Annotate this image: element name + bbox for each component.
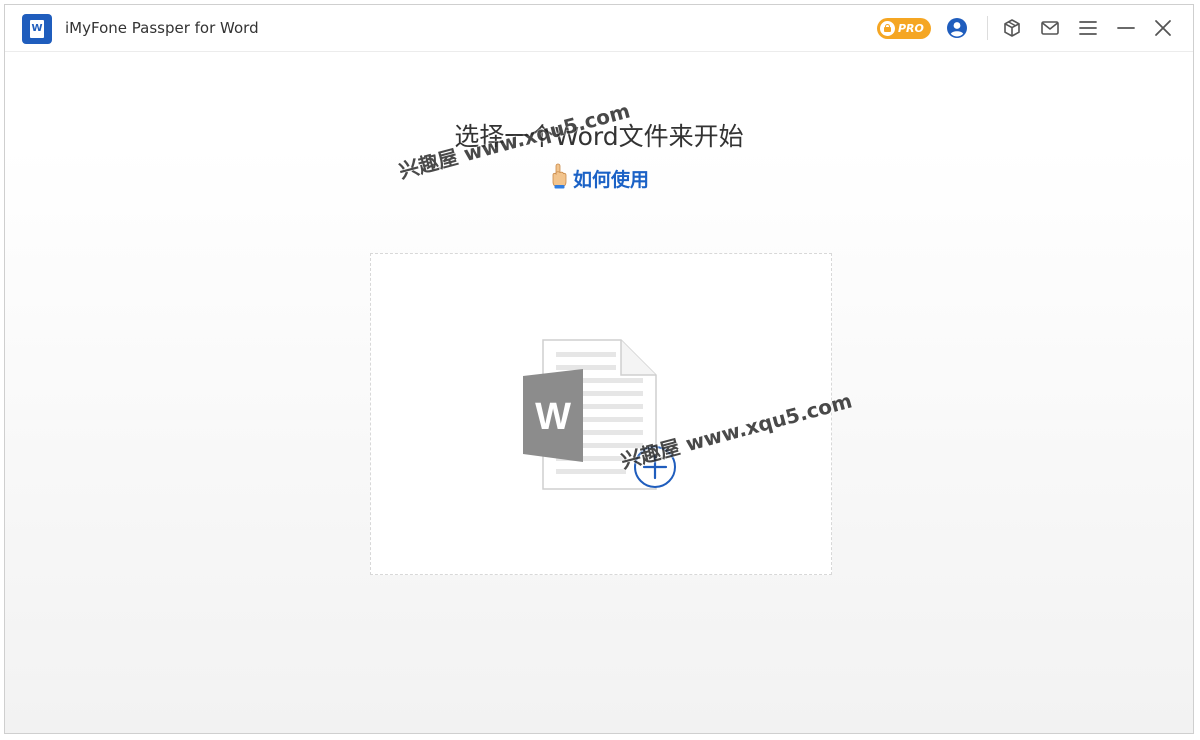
lock-icon bbox=[880, 21, 895, 36]
toolbar-divider bbox=[987, 16, 988, 40]
package-icon[interactable] bbox=[1001, 17, 1023, 39]
pointing-hand-icon bbox=[552, 163, 567, 189]
add-word-file-icon[interactable]: W bbox=[521, 339, 681, 494]
pro-upgrade-button[interactable]: PRO bbox=[877, 18, 931, 39]
account-icon[interactable] bbox=[946, 17, 968, 39]
how-to-use-label: 如何使用 bbox=[573, 169, 650, 191]
word-file-letter: W bbox=[535, 396, 571, 438]
menu-icon[interactable] bbox=[1077, 17, 1099, 39]
app-title: iMyFone Passper for Word bbox=[65, 19, 259, 37]
close-icon[interactable] bbox=[1152, 17, 1174, 39]
mail-icon[interactable] bbox=[1039, 17, 1061, 39]
title-bar: W iMyFone Passper for Word PRO bbox=[5, 5, 1193, 52]
minimize-icon[interactable] bbox=[1115, 17, 1137, 39]
logo-letter: W bbox=[31, 23, 43, 34]
word-app-logo-icon: W bbox=[22, 14, 52, 44]
pro-label: PRO bbox=[898, 22, 924, 35]
